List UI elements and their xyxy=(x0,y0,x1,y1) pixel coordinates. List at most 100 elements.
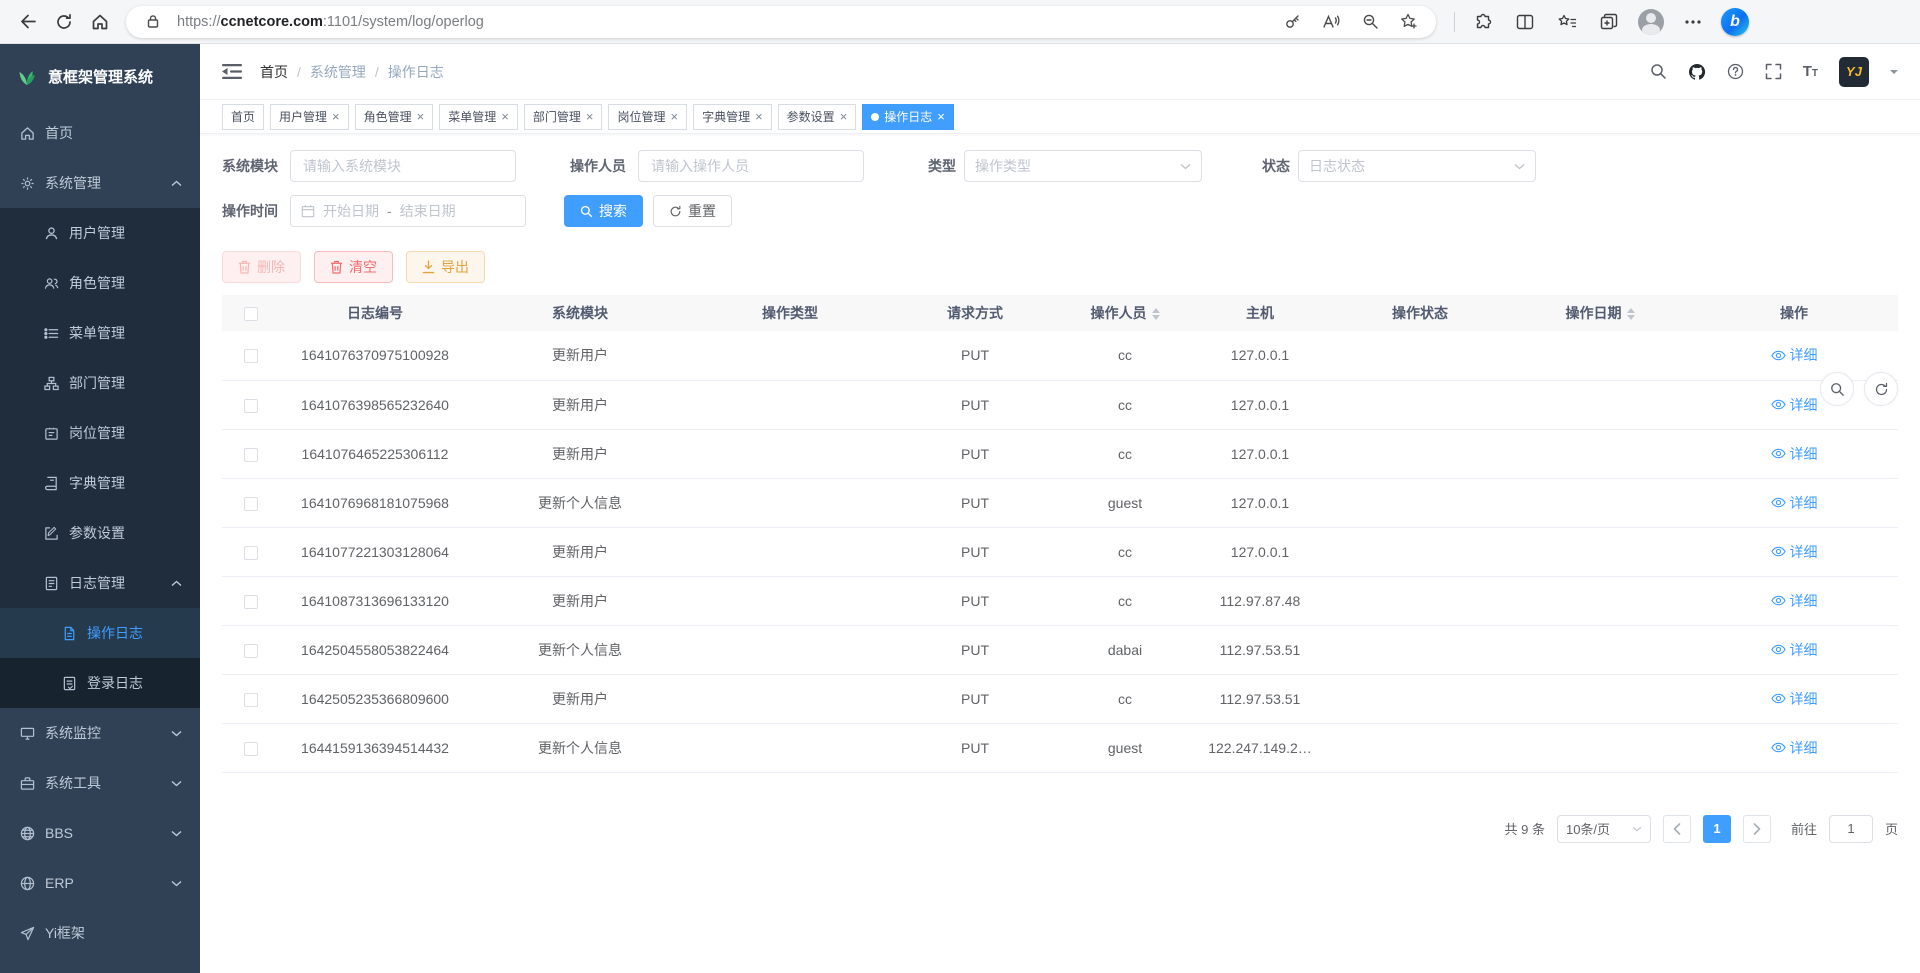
sidebar-item-monitor[interactable]: 系统监控 xyxy=(0,708,200,758)
detail-link[interactable]: 详细 xyxy=(1771,640,1818,660)
avatar-caret-icon[interactable] xyxy=(1890,70,1898,78)
page-size-select[interactable]: 10条/页 xyxy=(1557,815,1651,843)
url-text[interactable]: https://ccnetcore.com:1101/system/log/op… xyxy=(177,14,1268,30)
extensions-icon[interactable] xyxy=(1465,5,1501,39)
select-all-checkbox[interactable] xyxy=(244,307,258,321)
sidebar-item-dept-mgmt[interactable]: 部门管理 xyxy=(0,358,200,408)
help-icon[interactable] xyxy=(1727,63,1744,80)
date-range-picker[interactable]: 开始日期 - 结束日期 xyxy=(290,195,526,227)
row-checkbox[interactable] xyxy=(244,595,258,609)
sidebar-item-dict-mgmt[interactable]: 字典管理 xyxy=(0,458,200,508)
sidebar-item-home[interactable]: 首页 xyxy=(0,108,200,158)
goto-page-input[interactable] xyxy=(1829,815,1873,843)
operator-input[interactable] xyxy=(638,150,864,182)
tab-post-mgmt[interactable]: 岗位管理× xyxy=(608,104,687,130)
read-aloud-icon[interactable] xyxy=(1316,8,1346,36)
row-checkbox[interactable] xyxy=(244,693,258,707)
close-icon[interactable]: × xyxy=(670,110,678,123)
tab-dict-mgmt[interactable]: 字典管理× xyxy=(693,104,772,130)
col-date[interactable]: 操作日期 xyxy=(1510,295,1690,331)
browser-profile-avatar[interactable] xyxy=(1633,5,1669,39)
module-input[interactable] xyxy=(290,150,516,182)
tab-user-mgmt[interactable]: 用户管理× xyxy=(270,104,349,130)
sidebar-item-menu-mgmt[interactable]: 菜单管理 xyxy=(0,308,200,358)
sidebar-item-system[interactable]: 系统管理 xyxy=(0,158,200,208)
sort-icon[interactable] xyxy=(1152,308,1160,320)
delete-button[interactable]: 删除 xyxy=(222,251,301,283)
prev-page-button[interactable] xyxy=(1663,815,1691,843)
sidebar-item-post-mgmt[interactable]: 岗位管理 xyxy=(0,408,200,458)
next-page-button[interactable] xyxy=(1743,815,1771,843)
browser-back-button[interactable] xyxy=(10,5,46,39)
zoom-out-icon[interactable] xyxy=(1355,8,1385,36)
sidebar-item-yi-framework[interactable]: Yi框架 xyxy=(0,908,200,958)
close-icon[interactable]: × xyxy=(332,110,340,123)
user-avatar[interactable]: YJ xyxy=(1839,57,1869,87)
browser-refresh-button[interactable] xyxy=(46,5,82,39)
detail-link[interactable]: 详细 xyxy=(1771,444,1818,464)
row-checkbox[interactable] xyxy=(244,349,258,363)
close-icon[interactable]: × xyxy=(586,110,594,123)
detail-link[interactable]: 详细 xyxy=(1771,493,1818,513)
sidebar-item-log-mgmt[interactable]: 日志管理 xyxy=(0,558,200,608)
reset-button[interactable]: 重置 xyxy=(653,195,732,227)
tab-oper-log[interactable]: 操作日志× xyxy=(862,104,954,130)
page-number-1[interactable]: 1 xyxy=(1703,815,1731,843)
header-search-icon[interactable] xyxy=(1650,63,1667,80)
sidebar-item-login-log[interactable]: 登录日志 xyxy=(0,658,200,708)
close-icon[interactable]: × xyxy=(501,110,509,123)
row-checkbox[interactable] xyxy=(244,399,258,413)
close-icon[interactable]: × xyxy=(755,110,763,123)
detail-link[interactable]: 详细 xyxy=(1771,345,1818,365)
tab-menu-mgmt[interactable]: 菜单管理× xyxy=(439,104,518,130)
favorites-bar-icon[interactable] xyxy=(1549,5,1585,39)
favorite-star-icon[interactable] xyxy=(1394,8,1424,36)
sort-icon[interactable] xyxy=(1627,308,1635,320)
address-bar[interactable]: https://ccnetcore.com:1101/system/log/op… xyxy=(126,6,1436,38)
row-checkbox[interactable] xyxy=(244,742,258,756)
table-search-toggle[interactable] xyxy=(1820,372,1854,406)
col-operator[interactable]: 操作人员 xyxy=(1060,295,1190,331)
export-button[interactable]: 导出 xyxy=(406,251,485,283)
sidebar-item-bbs[interactable]: BBS xyxy=(0,808,200,858)
tab-home[interactable]: 首页 xyxy=(222,104,264,130)
row-checkbox[interactable] xyxy=(244,497,258,511)
collapse-sidebar-icon[interactable] xyxy=(222,63,242,80)
detail-link[interactable]: 详细 xyxy=(1771,395,1818,415)
close-icon[interactable]: × xyxy=(417,110,425,123)
fullscreen-icon[interactable] xyxy=(1765,63,1782,80)
row-checkbox[interactable] xyxy=(244,448,258,462)
breadcrumb-home[interactable]: 首页 xyxy=(260,62,288,82)
font-size-icon[interactable]: TT xyxy=(1803,64,1818,79)
sidebar-item-oper-log[interactable]: 操作日志 xyxy=(0,608,200,658)
tab-role-mgmt[interactable]: 角色管理× xyxy=(355,104,434,130)
type-select[interactable]: 操作类型 xyxy=(964,150,1202,182)
table-refresh-button[interactable] xyxy=(1864,372,1898,406)
filter-module-label: 系统模块 xyxy=(222,156,282,176)
github-icon[interactable] xyxy=(1688,63,1706,81)
tab-dept-mgmt[interactable]: 部门管理× xyxy=(524,104,603,130)
close-icon[interactable]: × xyxy=(937,110,945,123)
collections-icon[interactable] xyxy=(1591,5,1627,39)
search-button[interactable]: 搜索 xyxy=(564,195,643,227)
sidebar-item-user-mgmt[interactable]: 用户管理 xyxy=(0,208,200,258)
password-key-icon[interactable] xyxy=(1277,8,1307,36)
clear-button[interactable]: 清空 xyxy=(314,251,393,283)
sidebar-item-param-settings[interactable]: 参数设置 xyxy=(0,508,200,558)
sidebar-item-tools[interactable]: 系统工具 xyxy=(0,758,200,808)
row-checkbox[interactable] xyxy=(244,644,258,658)
browser-settings-menu[interactable] xyxy=(1675,5,1711,39)
detail-link[interactable]: 详细 xyxy=(1771,591,1818,611)
detail-link[interactable]: 详细 xyxy=(1771,689,1818,709)
row-checkbox[interactable] xyxy=(244,546,258,560)
tab-param-settings[interactable]: 参数设置× xyxy=(778,104,857,130)
bing-copilot-icon[interactable]: b xyxy=(1717,5,1753,39)
browser-home-button[interactable] xyxy=(82,5,118,39)
detail-link[interactable]: 详细 xyxy=(1771,738,1818,758)
detail-link[interactable]: 详细 xyxy=(1771,542,1818,562)
status-select[interactable]: 日志状态 xyxy=(1298,150,1536,182)
sidebar-item-role-mgmt[interactable]: 角色管理 xyxy=(0,258,200,308)
close-icon[interactable]: × xyxy=(840,110,848,123)
split-screen-icon[interactable] xyxy=(1507,5,1543,39)
sidebar-item-erp[interactable]: ERP xyxy=(0,858,200,908)
